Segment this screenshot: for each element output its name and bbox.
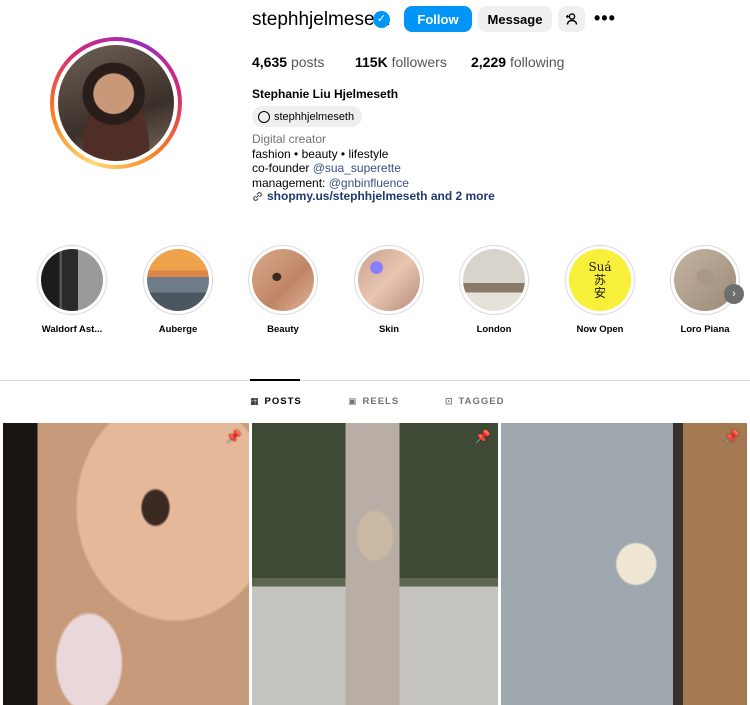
sticker-text: 安 [593,285,606,300]
sticker-text: Suá [588,259,612,274]
pin-icon: 📌 [723,429,740,444]
bio-line-1: fashion • beauty • lifestyle [252,147,389,161]
followers-count: 115K [355,54,388,70]
bio-line-2: co-founder @sua_superette [252,161,401,175]
post-image [3,423,249,705]
threads-handle: stephhjelmeseth [274,110,355,123]
highlight-label: London [476,324,512,335]
highlight-auberge[interactable]: Auberge [143,245,213,335]
following-count: 2,229 [471,54,507,70]
profile-full-name: Stephanie Liu Hjelmeseth [252,87,399,101]
highlight-ring [37,245,107,315]
grid-icon: ▦ [250,396,260,406]
add-person-icon[interactable] [558,6,585,32]
add-person-icon-svg [565,13,577,25]
threads-badge[interactable]: stephhjelmeseth [252,106,363,127]
tab-tagged[interactable]: ⊡ TAGGED [445,396,504,407]
profile-avatar[interactable] [50,37,182,169]
stat-followers[interactable]: 115K followers [355,54,447,70]
pin-icon: 📌 [474,429,491,444]
follow-button[interactable]: Follow [404,6,472,32]
sticker-text: 苏 [593,272,606,287]
post-image [252,423,498,705]
active-tab-indicator [250,379,300,381]
posts-count: 4,635 [252,54,288,70]
highlight-ring [354,245,424,315]
highlight-beauty[interactable]: Beauty [248,245,318,335]
bio-line-3-prefix: management: [252,176,329,190]
bio-line-3: management: @gnbinfluence [252,176,409,190]
highlight-image [147,249,209,311]
highlight-label: Auberge [158,324,198,335]
pin-icon: 📌 [225,429,242,444]
mention-sua-superette[interactable]: @sua_superette [313,161,401,175]
tab-reels-label: REELS [362,396,400,407]
highlight-image [463,249,525,311]
highlight-ring [248,245,318,315]
chevron-right-icon[interactable]: › [724,284,744,304]
more-horizontal-icon[interactable]: ••• [594,8,616,29]
profile-category: Digital creator [252,132,327,146]
highlight-ring: Suá 苏 安 [565,245,635,315]
highlight-ring [459,245,529,315]
highlight-ring [143,245,213,315]
verified-badge-icon: ✓ [373,11,390,28]
bio-line-2-prefix: co-founder [252,161,313,175]
highlight-label: Skin [378,324,400,335]
following-label: following [509,54,565,70]
highlight-label: Waldorf Ast... [41,324,103,335]
post-image [501,423,747,705]
highlight-waldorf[interactable]: Waldorf Ast... [37,245,107,335]
stat-posts[interactable]: 4,635 posts [252,54,324,70]
tab-posts-label: POSTS [264,396,302,407]
profile-external-link[interactable]: shopmy.us/stephhjelmeseth and 2 more [252,189,495,203]
profile-username: stephhjelmeseth [252,9,391,30]
highlight-ring [670,245,740,315]
message-button[interactable]: Message [478,6,552,32]
reels-icon: ▣ [348,396,358,406]
tab-reels[interactable]: ▣ REELS [348,396,399,407]
tab-tagged-label: TAGGED [458,396,505,407]
highlight-label: Now Open [576,324,624,335]
link-icon [253,191,262,201]
mention-gnbinfluence[interactable]: @gnbinfluence [329,176,409,190]
highlight-london[interactable]: London [459,245,529,335]
avatar-inner [54,41,178,165]
post-thumbnail-3[interactable]: 📌 [501,423,747,705]
highlight-skin[interactable]: Skin [354,245,424,335]
posts-label: posts [290,54,325,70]
highlight-image [41,249,103,311]
followers-label: followers [391,54,447,70]
stat-following[interactable]: 2,229 following [471,54,564,70]
highlight-image: Suá 苏 安 [569,249,631,311]
highlight-now-open[interactable]: Suá 苏 安 Now Open [565,245,635,335]
post-thumbnail-1[interactable]: 📌 [3,423,249,705]
tab-posts[interactable]: ▦ POSTS [250,396,302,407]
highlight-image [358,249,420,311]
tagged-icon: ⊡ [445,396,454,406]
tabs-divider [0,380,750,381]
threads-icon [258,110,270,123]
highlight-label: Beauty [267,324,299,335]
highlight-image [252,249,314,311]
post-thumbnail-2[interactable]: 📌 [252,423,498,705]
link-text: shopmy.us/stephhjelmeseth and 2 more [267,189,495,203]
avatar-photo [58,45,174,161]
highlight-label: Loro Piana [680,324,730,335]
